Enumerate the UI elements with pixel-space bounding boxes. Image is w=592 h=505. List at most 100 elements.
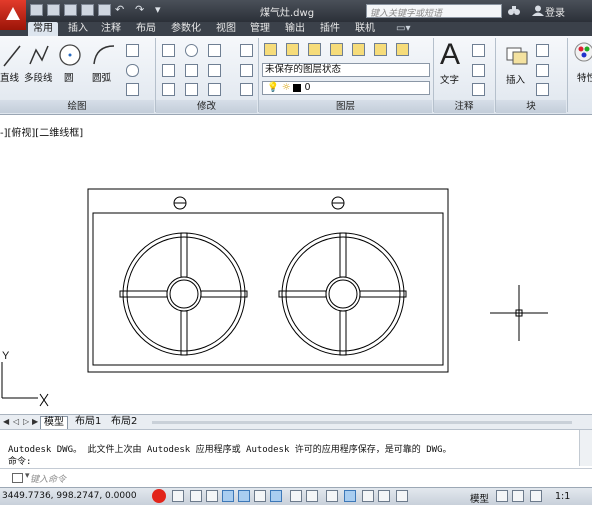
copy-icon[interactable] [162, 64, 175, 77]
plot-icon[interactable] [98, 4, 111, 16]
command-dropdown-icon[interactable]: ▾ [25, 471, 30, 481]
application-menu-button[interactable] [0, 0, 26, 30]
layer-icon[interactable] [374, 43, 387, 56]
line-icon[interactable] [2, 42, 22, 70]
tab-manage[interactable]: 管理 [250, 22, 270, 36]
tab-layout1[interactable]: 布局1 [72, 416, 104, 428]
circle-icon[interactable] [58, 42, 82, 68]
command-scrollbar[interactable] [579, 430, 592, 466]
command-input-row[interactable]: ▾ 键入命令 [0, 468, 592, 487]
create-block-icon[interactable] [536, 44, 549, 57]
tab-layout2[interactable]: 布局2 [108, 416, 140, 428]
grid-icon[interactable] [190, 490, 202, 502]
polyline-icon[interactable] [28, 42, 50, 68]
quick-view-layouts-icon[interactable] [496, 490, 508, 502]
stretch-icon[interactable] [162, 83, 175, 96]
modify-panel-title[interactable]: 修改 [156, 100, 257, 113]
save-icon[interactable] [64, 4, 77, 16]
rotate-icon[interactable] [185, 44, 198, 57]
save-as-icon[interactable] [81, 4, 94, 16]
selection-cycling-icon[interactable] [378, 490, 390, 502]
scale-icon[interactable] [185, 83, 198, 96]
trim-icon[interactable] [208, 44, 221, 57]
block-attribute-icon[interactable] [536, 83, 549, 96]
qat-dropdown-icon[interactable]: ▾ [155, 4, 171, 16]
circle-label[interactable]: 圆 [64, 70, 74, 84]
layer-icon[interactable] [308, 43, 321, 56]
annotation-monitor-icon[interactable] [396, 490, 408, 502]
rectangle-tool-icon[interactable] [126, 44, 139, 57]
dimension-icon[interactable] [472, 44, 485, 57]
tab-parametric[interactable]: 参数化 [171, 22, 201, 36]
line-label[interactable]: 直线 [0, 70, 19, 84]
prev-tab-arrow-icon[interactable]: ◁ [13, 417, 21, 427]
properties-icon[interactable] [572, 40, 592, 68]
layer-icon[interactable] [286, 43, 299, 56]
properties-label[interactable]: 特性 [577, 70, 592, 84]
arc-icon[interactable] [92, 42, 116, 68]
insert-block-icon[interactable] [505, 44, 529, 66]
layer-icon[interactable] [396, 43, 409, 56]
hatch-tool-icon[interactable] [126, 83, 139, 96]
tab-online[interactable]: 联机 [355, 22, 375, 36]
block-panel-title[interactable]: 块 [496, 100, 566, 113]
erase-icon[interactable] [240, 44, 253, 57]
table-icon[interactable] [472, 83, 485, 96]
next-tab-arrow-icon[interactable]: ▷ [23, 417, 31, 427]
ortho-icon[interactable] [206, 490, 218, 502]
tab-extra-icon[interactable]: ▭▾ [396, 22, 410, 36]
tab-layout[interactable]: 布局 [136, 22, 156, 36]
first-tab-arrow-icon[interactable]: ◀ [3, 417, 11, 427]
user-icon[interactable] [532, 5, 544, 16]
binoculars-icon[interactable] [508, 5, 520, 16]
new-file-icon[interactable] [30, 4, 43, 16]
undo-icon[interactable]: ↶ [115, 4, 131, 16]
move-icon[interactable] [162, 44, 175, 57]
tab-output[interactable]: 输出 [285, 22, 305, 36]
draw-panel-title[interactable]: 绘图 [0, 100, 154, 113]
tab-home[interactable]: 常用 [28, 22, 58, 36]
leader-icon[interactable] [472, 64, 485, 77]
polar-tracking-icon[interactable] [222, 490, 234, 502]
quick-view-drawings-icon[interactable] [512, 490, 524, 502]
last-tab-arrow-icon[interactable]: ▶ [32, 417, 40, 427]
3d-object-snap-icon[interactable] [254, 490, 266, 502]
annotation-panel-title[interactable]: 注释 [434, 100, 494, 113]
redo-icon[interactable]: ↷ [135, 4, 151, 16]
text-tool-icon[interactable]: A [440, 38, 460, 72]
viewport-controls-label[interactable]: -][俯视][二维线框] [0, 124, 83, 139]
tab-view[interactable]: 视图 [216, 22, 236, 36]
command-input[interactable]: 键入命令 [30, 472, 66, 485]
horizontal-scrollbar[interactable] [152, 421, 572, 424]
infer-constraints-icon[interactable] [172, 490, 184, 502]
model-space-button[interactable]: 模型 [470, 491, 489, 505]
tab-plugins[interactable]: 插件 [320, 22, 340, 36]
explode-icon[interactable] [240, 64, 253, 77]
login-link[interactable]: 登录 [545, 4, 565, 19]
layer-properties-icon[interactable] [264, 43, 277, 56]
mirror-icon[interactable] [185, 64, 198, 77]
quick-properties-icon[interactable] [362, 490, 374, 502]
tab-annotate[interactable]: 注释 [101, 22, 121, 36]
offset-icon[interactable] [240, 83, 253, 96]
edit-block-icon[interactable] [536, 64, 549, 77]
fillet-icon[interactable] [208, 64, 221, 77]
object-snap-tracking-icon[interactable] [270, 490, 282, 502]
array-icon[interactable] [208, 83, 221, 96]
annotation-scale-value[interactable]: 1:1 [555, 491, 570, 502]
layer-state-dropdown[interactable]: 未保存的图层状态 [262, 63, 430, 77]
transparency-icon[interactable] [344, 490, 356, 502]
layer-icon[interactable] [330, 43, 343, 56]
arc-label[interactable]: 圆弧 [92, 70, 111, 84]
drawing-canvas[interactable] [0, 118, 592, 414]
command-line-icon[interactable] [12, 473, 23, 483]
dynamic-ucs-icon[interactable] [290, 490, 302, 502]
polyline-label[interactable]: 多段线 [24, 70, 53, 84]
help-search-input[interactable]: 键入关键字或短语 [366, 4, 502, 19]
current-layer-dropdown[interactable]: 💡 ☼ 0 [262, 81, 430, 95]
annotation-scale-icon[interactable] [530, 490, 542, 502]
dynamic-input-icon[interactable] [306, 490, 318, 502]
ellipse-tool-icon[interactable] [126, 64, 139, 77]
text-label[interactable]: 文字 [440, 72, 459, 86]
layers-panel-title[interactable]: 图层 [259, 100, 432, 113]
